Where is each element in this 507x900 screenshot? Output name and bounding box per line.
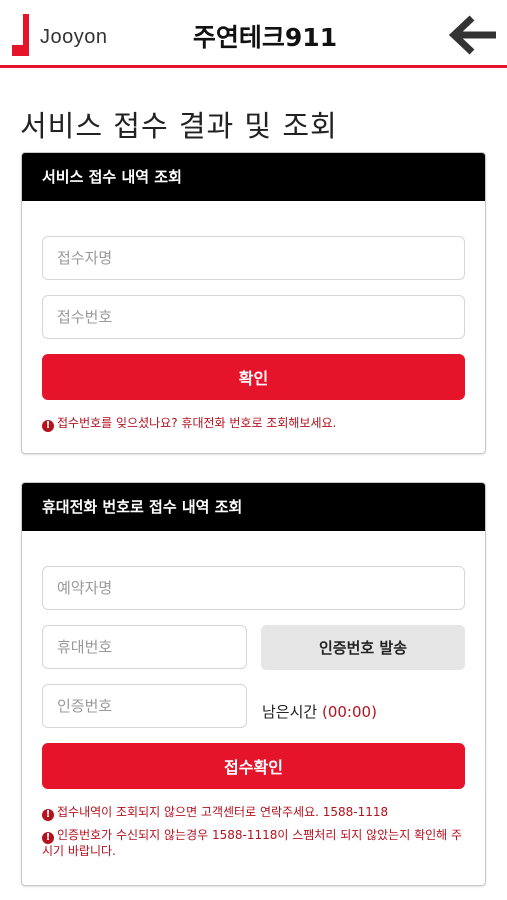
applicant-name-input[interactable]	[42, 236, 465, 280]
brand-title: 주연테크911	[192, 23, 338, 52]
phone-number-input[interactable]	[42, 625, 247, 669]
send-code-button[interactable]: 인증번호 발송	[261, 625, 465, 670]
arrow-left-icon	[448, 15, 496, 55]
remaining-time: 남은시간 (00:00)	[262, 701, 377, 722]
receipt-notice-text: 접수번호를 잊으셨나요? 휴대전화 번호로 조회해보세요.	[57, 416, 337, 430]
verification-code-input[interactable]	[42, 684, 247, 728]
app-header: Jooyon 주연테크911	[0, 0, 507, 68]
receipt-number-input[interactable]	[42, 295, 465, 339]
receipt-lookup-card: 서비스 접수 내역 조회 확인 !접수번호를 잊으셨나요? 휴대전화 번호로 조…	[21, 152, 486, 454]
timer-label: 남은시간	[262, 703, 318, 721]
back-button[interactable]	[448, 14, 498, 56]
contact-notice: ! 접수내역이 조회되지 않으면 고객센터로 연락주세요. 1588-1118	[42, 805, 472, 821]
logo-text: Jooyon	[40, 26, 108, 48]
exclamation-circle-icon: !	[42, 832, 54, 844]
submit-confirm-button[interactable]: 접수확인	[42, 743, 465, 789]
receipt-lookup-heading: 서비스 접수 내역 조회	[22, 153, 485, 201]
phone-lookup-heading: 휴대전화 번호로 접수 내역 조회	[22, 483, 485, 531]
exclamation-circle-icon: !	[42, 809, 54, 821]
reserver-name-input[interactable]	[42, 566, 465, 610]
phone-lookup-card: 휴대전화 번호로 접수 내역 조회 인증번호 발송 남은시간 (00:00) 접…	[21, 482, 486, 886]
confirm-button[interactable]: 확인	[42, 354, 465, 400]
spam-notice-text: 인증번호가 수신되지 않는경우 1588-1118이 스팸처리 되지 않았는지 …	[42, 828, 463, 858]
logo-mark-icon	[12, 14, 29, 56]
receipt-notice: ! 접수번호를 잊으셨나요? 휴대전화 번호로 조회해보세요.	[42, 416, 472, 432]
timer-value: (00:00)	[321, 703, 377, 721]
page-title: 서비스 접수 결과 및 조회	[20, 109, 338, 143]
exclamation-circle-icon: !	[42, 420, 54, 432]
jooyon-logo[interactable]: Jooyon	[10, 12, 130, 58]
contact-notice-text: 접수내역이 조회되지 않으면 고객센터로 연락주세요. 1588-1118	[57, 805, 389, 819]
spam-notice: ! 인증번호가 수신되지 않는경우 1588-1118이 스팸처리 되지 않았는지…	[42, 828, 472, 859]
